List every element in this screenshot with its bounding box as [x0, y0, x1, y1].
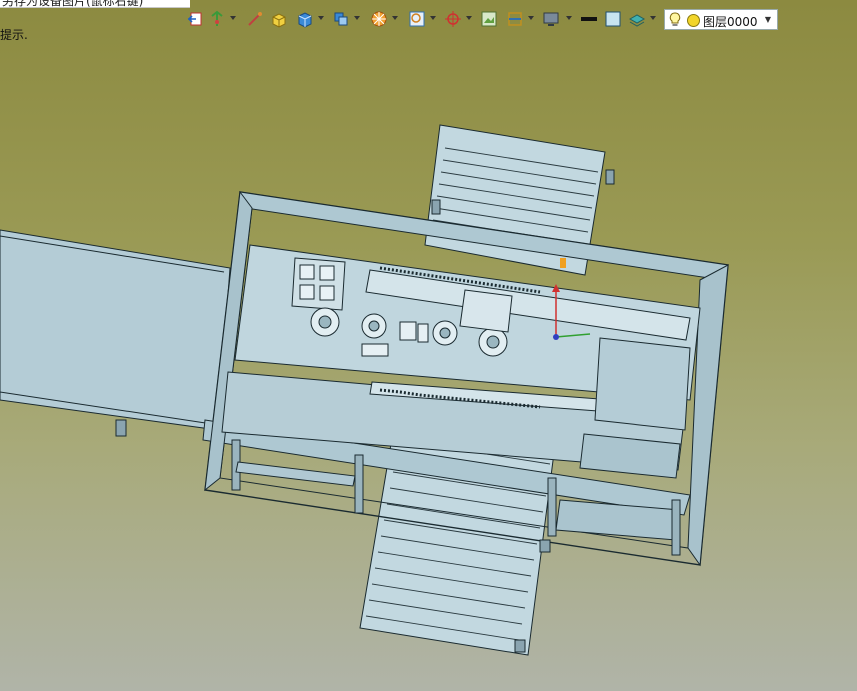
left-conveyor-belt [0, 229, 231, 431]
right-housing [594, 337, 691, 431]
model-viewport[interactable] [0, 0, 857, 691]
center-carriage [459, 289, 513, 333]
